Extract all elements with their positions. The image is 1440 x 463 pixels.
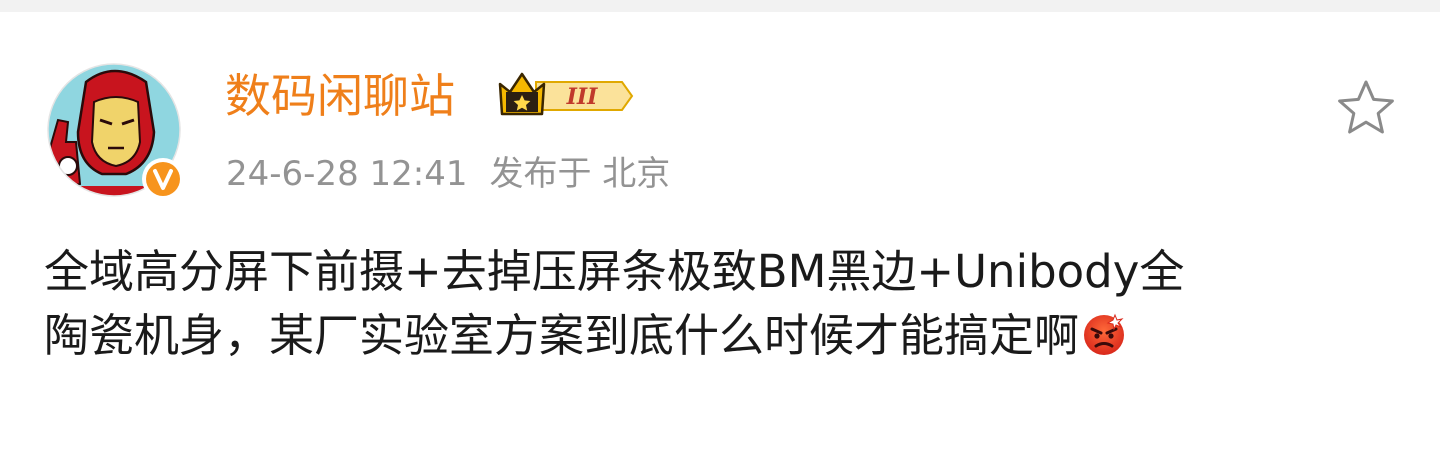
- post-meta: 24-6-28 12:41 发布于 北京: [226, 150, 670, 198]
- top-divider-strip: [0, 0, 1440, 12]
- crown-icon: [498, 72, 546, 116]
- star-outline-icon: [1338, 80, 1394, 134]
- author-name[interactable]: 数码闲聊站: [225, 66, 455, 126]
- post-content-line-2: 陶瓷机身，某厂实验室方案到底什么时候才能搞定啊: [44, 304, 1404, 368]
- angry-face-emoji-icon: [1081, 311, 1127, 357]
- post-content: 全域高分屏下前摄+去掉压屏条极致BM黑边+Unibody全 陶瓷机身，某厂实验室…: [44, 240, 1404, 368]
- avatar[interactable]: [46, 62, 184, 200]
- level-label: III: [566, 84, 599, 110]
- verified-v-badge-icon: [142, 158, 184, 200]
- member-level-badge[interactable]: III: [496, 68, 636, 120]
- post-timestamp: 24-6-28 12:41: [226, 154, 468, 194]
- favorite-button[interactable]: [1334, 78, 1398, 138]
- post-location: 发布于 北京: [489, 154, 671, 194]
- post-content-line-1: 全域高分屏下前摄+去掉压屏条极致BM黑边+Unibody全: [44, 245, 1185, 298]
